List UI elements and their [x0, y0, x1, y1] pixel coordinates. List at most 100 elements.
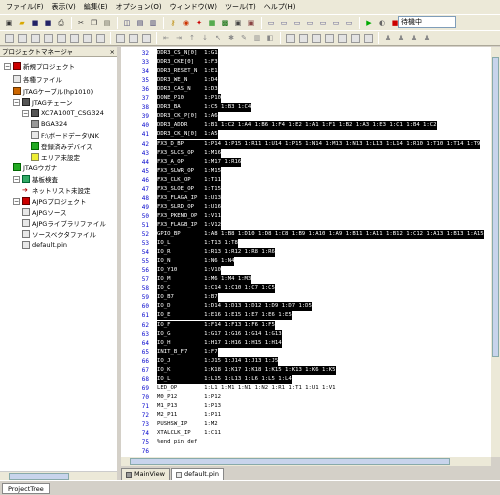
bar-toggle-2-icon[interactable]: ▭: [278, 17, 290, 29]
tree-item-jtag-cable[interactable]: JTAGケーブル(hp1010): [13, 86, 93, 96]
tree-item-device[interactable]: − XC7A100T_CSG324: [22, 108, 104, 118]
grid-17-icon[interactable]: [349, 32, 361, 44]
grid-9-icon[interactable]: [114, 32, 126, 44]
tool-b-icon[interactable]: ✎: [238, 32, 250, 44]
grid-4-icon[interactable]: [42, 32, 54, 44]
tree-item-ajpg-source[interactable]: AJPGソース: [22, 207, 67, 217]
grid-8-icon[interactable]: [94, 32, 106, 44]
bar-toggle-6-icon[interactable]: ▭: [330, 17, 342, 29]
selected-code-line[interactable]: DDR3_WE_N 1:D4: [157, 76, 218, 86]
grid-6-icon[interactable]: [68, 32, 80, 44]
tab-mainview[interactable]: MainView: [121, 468, 170, 480]
code-line[interactable]: PUSHSW_IP 1:M2: [157, 420, 218, 429]
selected-code-line[interactable]: IO_C 1:C14 1:C10 1:C7 1:C5: [157, 284, 275, 294]
menu-item[interactable]: ファイル(F): [2, 0, 48, 14]
new-badge-icon[interactable]: ✦: [193, 17, 205, 29]
selected-code-line[interactable]: IO_J 1:J15 1:J14 1:J13 1:J5: [157, 356, 279, 366]
grid-7-icon[interactable]: [81, 32, 93, 44]
new-project-icon[interactable]: ▣: [3, 17, 15, 29]
selected-code-line[interactable]: FX3_SLOE_OP 1:T15: [157, 184, 221, 194]
layout-window-icon[interactable]: ▤: [134, 17, 146, 29]
tree-item-new-project[interactable]: − 新規プロジェクト: [4, 61, 75, 71]
chip-alt-icon[interactable]: ▣: [245, 17, 257, 29]
menu-item[interactable]: 表示(V): [48, 0, 80, 14]
bar-toggle-1-icon[interactable]: ▭: [265, 17, 277, 29]
selected-code-line[interactable]: IO_G 1:G17 1:G16 1:G14 1:G13: [157, 329, 282, 339]
selected-code-line[interactable]: FX3_SLCS_OP 1:M16: [157, 148, 221, 158]
selected-code-line[interactable]: IO_R 1:R13 1:R12 1:R8 1:R6: [157, 248, 275, 258]
target-icon[interactable]: ◉: [180, 17, 192, 29]
selected-code-line[interactable]: DDR3_ADDR 1:B1 1:C2 1:A4 1:B6 1:F4 1:E2 …: [157, 121, 437, 131]
expand-toggle-icon[interactable]: −: [4, 62, 11, 70]
selected-code-line[interactable]: FX3_D_BP 1:P14 1:P15 1:R11 1:U14 1:P15 1…: [157, 139, 481, 149]
menu-item[interactable]: オプション(O): [112, 0, 166, 14]
code-editor[interactable]: 32 33 34 35 36 37 38 39 40 41 42 43 44 45 46 47 48 49 50 51…: [121, 47, 491, 457]
grid-12-icon[interactable]: [284, 32, 296, 44]
tree-item-jtag-chain[interactable]: − JTAGチェーン: [13, 97, 72, 107]
code-line[interactable]: M1_P13 1:P13: [157, 402, 221, 411]
selected-code-line[interactable]: IO_N 1:N6 1:N4: [157, 257, 235, 267]
tree-item-ajpg-library[interactable]: AJPGライブラリファイル: [22, 218, 106, 228]
grid-2-icon[interactable]: [16, 32, 28, 44]
outdent-icon[interactable]: ⇥: [173, 32, 185, 44]
selected-code-line[interactable]: FX3_FLAGB_IP 1:V12: [157, 220, 221, 230]
selected-code-line[interactable]: GPIO_BP 1:A8 1:B8 1:D10 1:D8 1:C8 1:B9 1…: [157, 230, 484, 239]
key-icon[interactable]: ⚷: [167, 17, 179, 29]
print-icon[interactable]: ⎙: [55, 17, 67, 29]
tree-item-files[interactable]: 各種ファイル: [13, 74, 62, 84]
layout-columns-icon[interactable]: ▥: [147, 17, 159, 29]
menu-item[interactable]: ウィンドウ(W): [166, 0, 221, 14]
close-panel-button[interactable]: ×: [110, 47, 117, 56]
tree-item-ajpg-project[interactable]: − AJPGプロジェクト: [13, 196, 86, 206]
code-line[interactable]: LED_OP 1:L1 1:M1 1:N1 1:N2 1:R1 1:T1 1:U…: [157, 384, 336, 393]
selected-code-line[interactable]: DONE_P10 1:P10: [157, 94, 221, 104]
arrow-up-icon[interactable]: ↑: [186, 32, 198, 44]
menu-item[interactable]: 編集(E): [80, 0, 112, 14]
run-icon[interactable]: ▶: [363, 17, 375, 29]
menu-item[interactable]: ツール(T): [221, 0, 260, 14]
tree-item-source-vector[interactable]: ソースベクタファイル: [22, 229, 96, 239]
scroll-thumb[interactable]: [130, 458, 450, 465]
grid-18-icon[interactable]: [362, 32, 374, 44]
expand-toggle-icon[interactable]: −: [22, 109, 29, 117]
bar-toggle-5-icon[interactable]: ▭: [317, 17, 329, 29]
tree-item-area[interactable]: エリア未設定: [31, 152, 80, 162]
selected-code-line[interactable]: IO_L 1:T13 1:T8: [157, 239, 238, 249]
expand-toggle-icon[interactable]: −: [13, 175, 20, 183]
user-d-icon[interactable]: ♟: [421, 32, 433, 44]
tool-c-icon[interactable]: ▥: [251, 32, 263, 44]
arrow-diag-icon[interactable]: ↖: [212, 32, 224, 44]
grid-1-icon[interactable]: [3, 32, 15, 44]
grid-15-icon[interactable]: [323, 32, 335, 44]
tree-item-default-pin[interactable]: default.pin: [22, 240, 67, 250]
indent-icon[interactable]: ⇤: [160, 32, 172, 44]
user-a-icon[interactable]: ♟: [382, 32, 394, 44]
selected-code-line[interactable]: FX3_SLRD_OP 1:U16: [157, 202, 221, 212]
user-b-icon[interactable]: ♟: [395, 32, 407, 44]
selected-code-line[interactable]: IO_L 1:L15 1:L13 1:L6 1:L5 1:L4: [157, 374, 292, 384]
grid-5-icon[interactable]: [55, 32, 67, 44]
selected-code-line[interactable]: IO_B7 1:B7: [157, 293, 218, 303]
grid-11-icon[interactable]: [140, 32, 152, 44]
selected-code-line[interactable]: IO_K 1:K18 1:K17 1:K18 1:K15 1:K13 1:K6 …: [157, 365, 336, 375]
selected-code-line[interactable]: FX3_A_OP 1:M17 1:R16: [157, 157, 242, 167]
tree-item-board-data[interactable]: F:\ボードデータ\NK: [31, 130, 99, 140]
tab-project-tree[interactable]: ProjectTree: [2, 483, 50, 494]
selected-code-line[interactable]: DDR3_RESET_N 1:E1: [157, 67, 218, 77]
copy-icon[interactable]: ❐: [88, 17, 100, 29]
menu-item[interactable]: ヘルプ(H): [260, 0, 300, 14]
selected-code-line[interactable]: INIT_B_F7 1:F7: [157, 347, 218, 357]
selected-code-line[interactable]: IO_H 1:H17 1:H16 1:H15 1:H14: [157, 338, 282, 348]
tab-default-pin[interactable]: default.pin: [170, 468, 224, 480]
bar-toggle-3-icon[interactable]: ▭: [291, 17, 303, 29]
selected-code-line[interactable]: DDR3_CKE[0] 1:F3: [157, 58, 218, 68]
cut-icon[interactable]: ✂: [75, 17, 87, 29]
editor-vertical-scrollbar[interactable]: [491, 47, 500, 457]
bar-toggle-4-icon[interactable]: ▭: [304, 17, 316, 29]
grid-10-icon[interactable]: [127, 32, 139, 44]
code-line[interactable]: M2_P11 1:P11: [157, 411, 221, 420]
selected-code-line[interactable]: DDR3_CAS_N 1:D3: [157, 85, 218, 95]
pause-icon[interactable]: ◐: [376, 17, 388, 29]
tool-d-icon[interactable]: ◧: [264, 32, 276, 44]
expand-toggle-icon[interactable]: −: [13, 197, 20, 205]
